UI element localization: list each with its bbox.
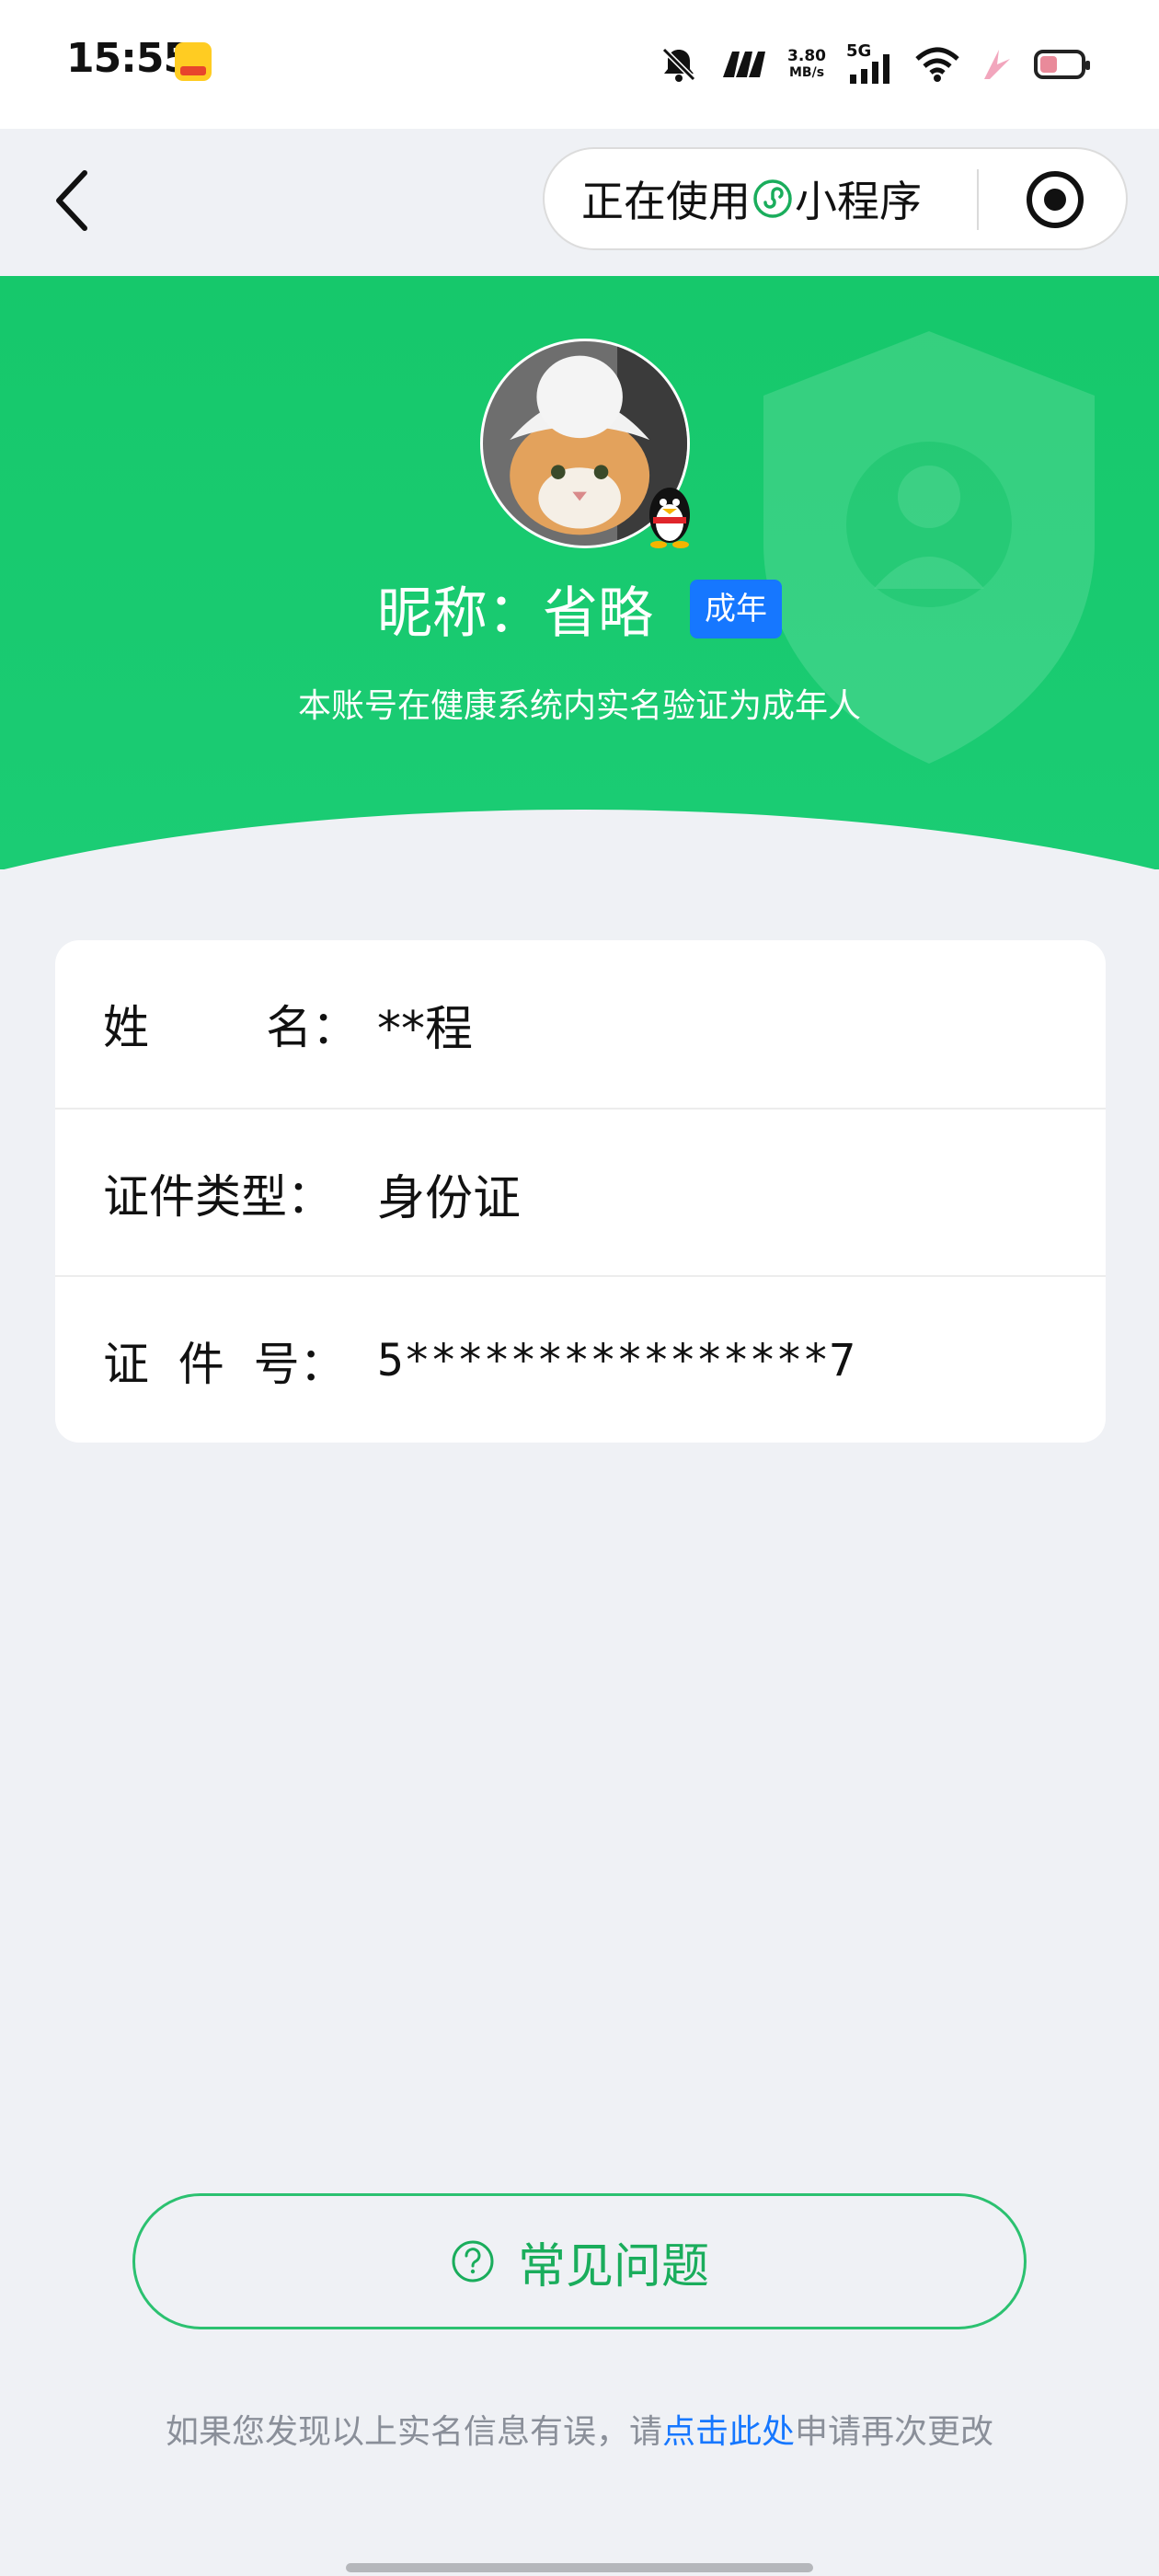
name-label: 姓 名：: [103, 1001, 359, 1054]
status-bar: 15:55 3.80 MB/s 5G: [0, 0, 1159, 129]
app-badge-icon: [175, 42, 212, 81]
capsule-suffix: 小程序: [795, 177, 922, 226]
battery-icon: [1034, 50, 1090, 79]
faq-label: 常见问题: [517, 2238, 709, 2294]
identity-card: 姓 名： **程 证件类型： 身份证 证 件 号： 5*************…: [55, 940, 1106, 1443]
signal-group: 5G: [846, 41, 894, 87]
mute-bell-icon: [661, 47, 696, 82]
id-number-row: 证 件 号： 5****************7: [55, 1275, 1106, 1444]
id-type-row: 证件类型： 身份证: [55, 1108, 1106, 1277]
status-icons: 3.80 MB/s 5G: [659, 37, 1090, 92]
home-indicator[interactable]: [346, 2563, 813, 2572]
nickname-row: 昵称：省略 成年: [0, 569, 1159, 649]
capsule-label[interactable]: 正在使用 小程序: [581, 168, 922, 229]
age-badge: 成年: [690, 579, 782, 638]
signal-bars-icon: [850, 54, 889, 84]
correction-link[interactable]: 点击此处: [662, 2413, 795, 2451]
capsule-prefix: 正在使用: [581, 177, 751, 226]
name-value: **程: [377, 1001, 474, 1057]
hero-curve: [0, 810, 1159, 869]
network-speed: 3.80 MB/s: [787, 48, 826, 81]
id-number-label: 证 件 号：: [103, 1338, 346, 1391]
nickname: 昵称：省略: [377, 581, 653, 646]
mini-program-icon: [753, 179, 792, 218]
id-number-value: 5****************7: [377, 1335, 856, 1386]
correction-prefix: 如果您发现以上实名信息有误，请: [165, 2413, 662, 2451]
charging-icon: [984, 50, 1010, 79]
record-icon[interactable]: [1025, 169, 1085, 230]
mini-program-capsule[interactable]: 正在使用 小程序: [543, 147, 1128, 250]
id-type-value: 身份证: [377, 1170, 522, 1226]
correction-note: 如果您发现以上实名信息有误，请点击此处申请再次更改: [0, 2405, 1159, 2453]
network-speed-value: 3.80: [787, 47, 826, 65]
name-row: 姓 名： **程: [55, 940, 1106, 1108]
wifi-icon: [915, 47, 959, 82]
faq-button[interactable]: 常见问题: [132, 2193, 1027, 2329]
capsule-divider: [977, 169, 979, 230]
id-type-label: 证件类型：: [103, 1170, 333, 1224]
status-time: 15:55: [66, 35, 191, 82]
question-circle-icon: [452, 2240, 494, 2283]
correction-suffix: 申请再次更改: [795, 2413, 994, 2451]
verify-note: 本账号在健康系统内实名验证为成年人: [297, 687, 861, 725]
m-app-icon: [723, 52, 766, 77]
network-speed-unit: MB/s: [788, 65, 825, 80]
back-button[interactable]: [48, 167, 99, 234]
qq-penguin-icon: [649, 488, 690, 548]
